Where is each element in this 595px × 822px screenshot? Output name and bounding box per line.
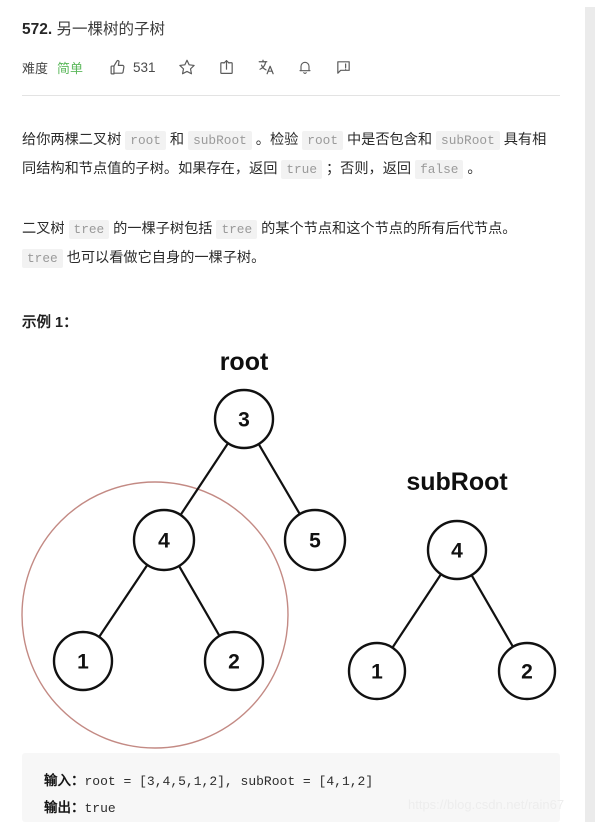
input-value: root = [3,4,5,1,2], subRoot = [4,1,2] bbox=[84, 774, 374, 789]
translate-button[interactable] bbox=[257, 58, 275, 76]
inline-code-token: subRoot bbox=[436, 131, 500, 151]
output-label: 输出： bbox=[44, 800, 85, 815]
tree-node-value: 2 bbox=[228, 651, 240, 674]
difficulty-label: 难度 bbox=[22, 60, 49, 76]
share-icon bbox=[218, 58, 235, 76]
inline-code-token: tree bbox=[216, 220, 258, 240]
inline-code-token: subRoot bbox=[188, 131, 252, 151]
vote-count: 531 bbox=[133, 59, 156, 75]
input-label: 输入： bbox=[44, 773, 85, 788]
inline-code-token: root bbox=[302, 131, 343, 151]
output-value: true bbox=[84, 801, 116, 816]
tree-edge bbox=[178, 441, 230, 517]
tree-node-value: 3 bbox=[238, 409, 250, 432]
description-paragraph-1: 给你两棵二叉树 root 和 subRoot 。检验 root 中是否包含和 s… bbox=[22, 131, 547, 180]
feedback-button[interactable] bbox=[335, 59, 352, 76]
header-divider bbox=[22, 95, 560, 96]
translate-icon bbox=[257, 58, 275, 76]
binary-tree-figure: 3 4 5 1 2 root 4 1 2 subRoot bbox=[0, 340, 585, 750]
inline-code-token: true bbox=[281, 160, 323, 180]
description-paragraph-2: 二叉树 tree 的一棵子树包括 tree 的某个节点和这个节点的所有后代节点。… bbox=[22, 220, 517, 269]
favorite-button[interactable] bbox=[178, 58, 196, 76]
tree-node-value: 1 bbox=[77, 651, 89, 674]
share-button[interactable] bbox=[218, 58, 235, 76]
tree-node-value: 2 bbox=[521, 661, 533, 684]
problem-page: 572. 另一棵树的子树 难度 简单 531 给你两棵二叉树 root 和 su… bbox=[0, 0, 585, 822]
tree-label-root: root bbox=[220, 348, 269, 376]
scrollbar-track[interactable] bbox=[585, 7, 595, 822]
tree-edge bbox=[390, 572, 443, 650]
problem-meta-bar: 难度 简单 531 bbox=[22, 55, 352, 79]
star-icon bbox=[178, 58, 196, 76]
inline-code-token: tree bbox=[68, 220, 110, 240]
problem-name: 另一棵树的子树 bbox=[56, 21, 165, 38]
tree-node-value: 4 bbox=[158, 530, 170, 553]
bell-icon bbox=[297, 58, 313, 76]
page-title: 572. 另一棵树的子树 bbox=[22, 19, 165, 41]
tree-node-value: 4 bbox=[451, 540, 463, 563]
feedback-icon bbox=[335, 59, 352, 76]
notification-button[interactable] bbox=[297, 58, 313, 76]
example-input-line: 输入：root = [3,4,5,1,2], subRoot = [4,1,2] bbox=[44, 769, 373, 789]
inline-code-token: root bbox=[125, 131, 166, 151]
tree-edge bbox=[97, 562, 149, 639]
tree-node-value: 1 bbox=[371, 661, 383, 684]
tree-edge bbox=[469, 573, 515, 649]
tree-edge bbox=[257, 442, 302, 517]
tree-node-value: 5 bbox=[309, 530, 321, 553]
example-output-line: 输出：true bbox=[44, 796, 116, 816]
thumbs-up-button[interactable]: 531 bbox=[109, 59, 156, 76]
inline-code-token: false bbox=[415, 160, 464, 180]
tree-label-subRoot: subRoot bbox=[406, 468, 508, 496]
problem-number: 572. bbox=[22, 21, 53, 38]
tree-edge bbox=[177, 564, 222, 638]
tree-diagram-svg: 3 4 5 1 2 root 4 1 2 subRoot bbox=[21, 348, 557, 749]
thumbs-up-icon bbox=[109, 59, 126, 76]
inline-code-token: tree bbox=[22, 249, 63, 269]
watermark: https://blog.csdn.net/rain67 bbox=[408, 797, 565, 812]
example-heading: 示例 1： bbox=[22, 315, 78, 331]
difficulty-value: 简单 bbox=[57, 60, 84, 76]
